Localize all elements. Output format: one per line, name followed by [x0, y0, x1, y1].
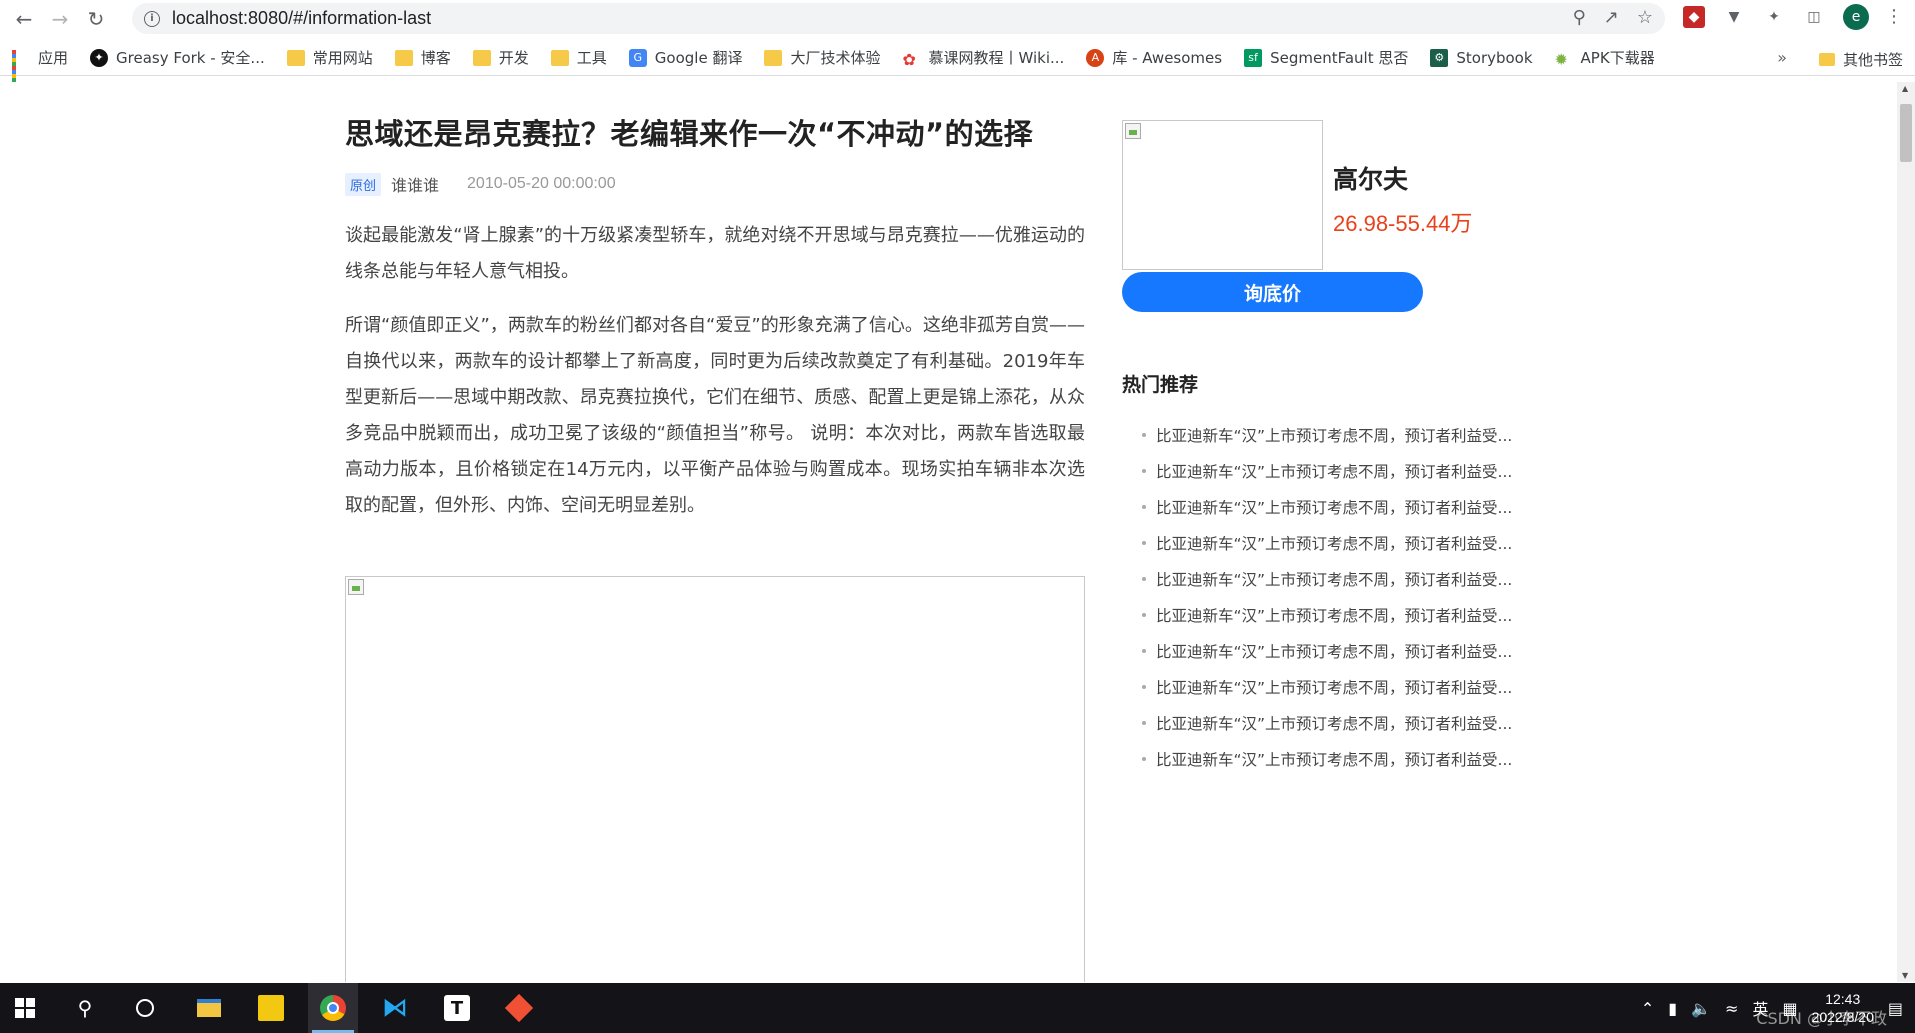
address-bar[interactable]: i localhost:8080/#/information-last ⚲ ↗ …: [132, 3, 1665, 34]
notification-icon[interactable]: ▤: [1888, 999, 1903, 1018]
browser-toolbar: ← → ↻ i localhost:8080/#/information-las…: [0, 0, 1915, 37]
hot-item[interactable]: 比亚迪新车“汉”上市预订考虑不周，预订者利益受...: [1122, 417, 1542, 453]
folder-icon: [394, 49, 413, 66]
back-arrow-icon[interactable]: ←: [6, 1, 42, 37]
hot-item[interactable]: 比亚迪新车“汉”上市预订考虑不周，预订者利益受...: [1122, 705, 1542, 741]
page-scrollbar[interactable]: ▲ ▼: [1897, 82, 1915, 982]
hot-item[interactable]: 比亚迪新车“汉”上市预订考虑不周，预订者利益受...: [1122, 741, 1542, 777]
cortana-icon[interactable]: [120, 983, 170, 1033]
windows-taskbar: ⚲ ⧑ T ⌃ ▮ 🔈 ≈ 英 ▦ 12:43 2022/8/20 ▤ CSDN…: [0, 983, 1915, 1033]
bookmark-folder-blog[interactable]: 博客: [394, 47, 451, 68]
bookmark-google-translate[interactable]: G Google 翻译: [628, 47, 742, 68]
hot-item[interactable]: 比亚迪新车“汉”上市预订考虑不周，预订者利益受...: [1122, 453, 1542, 489]
folder-icon: [550, 49, 569, 66]
broken-image-icon: [348, 579, 364, 595]
folder-icon: [1818, 53, 1835, 66]
side-panel-icon[interactable]: ◫: [1803, 6, 1825, 28]
awesomes-icon: A: [1086, 48, 1105, 67]
article-meta: 原创 谁谁谁 2010-05-20 00:00:00: [345, 172, 1085, 196]
hot-item[interactable]: 比亚迪新车“汉”上市预订考虑不周，预订者利益受...: [1122, 669, 1542, 705]
bookmark-greasyfork[interactable]: ✦ Greasy Fork - 安全...: [90, 47, 265, 68]
wifi-icon[interactable]: ≈: [1725, 999, 1738, 1018]
bookmark-segmentfault[interactable]: sf SegmentFault 思否: [1244, 47, 1408, 68]
bookmark-folder-tech[interactable]: 大厂技术体验: [764, 47, 880, 68]
hot-item[interactable]: 比亚迪新车“汉”上市预订考虑不周，预订者利益受...: [1122, 597, 1542, 633]
bookmark-folder-tools[interactable]: 工具: [550, 47, 607, 68]
scrollbar-thumb[interactable]: [1900, 104, 1912, 162]
scroll-down-icon[interactable]: ▼: [1902, 971, 1908, 980]
segmentfault-icon: sf: [1244, 48, 1263, 67]
hot-item[interactable]: 比亚迪新车“汉”上市预订考虑不周，预订者利益受...: [1122, 489, 1542, 525]
folder-icon: [764, 49, 783, 66]
forward-arrow-icon[interactable]: →: [42, 1, 78, 37]
article-paragraph-1: 谈起最能激发“肾上腺素”的十万级紧凑型轿车，就绝对绕不开思域与昂克赛拉——优雅运…: [345, 225, 1085, 282]
hot-recommend-title: 热门推荐: [1122, 374, 1199, 396]
site-info-icon[interactable]: i: [144, 10, 160, 27]
bookmark-storybook[interactable]: ⚙ Storybook: [1430, 48, 1533, 67]
profile-avatar[interactable]: e: [1843, 4, 1869, 30]
battery-icon[interactable]: ▮: [1668, 999, 1677, 1018]
bookmark-folder-dev[interactable]: 开发: [472, 47, 529, 68]
file-explorer-icon[interactable]: [184, 983, 234, 1033]
article-date: 2010-05-20 00:00:00: [467, 175, 616, 192]
bookmark-star-icon[interactable]: ☆: [1637, 7, 1653, 28]
car-image[interactable]: [1122, 120, 1323, 270]
zoom-icon[interactable]: ⚲: [1573, 7, 1586, 28]
article: 思域还是昂克赛拉？老编辑来作一次“不冲动”的选择 原创 谁谁谁 2010-05-…: [345, 114, 1085, 982]
share-icon[interactable]: ↗: [1604, 7, 1619, 28]
article-image: [345, 576, 1085, 982]
bookmark-imooc[interactable]: ✿ 慕课网教程丨Wiki...: [902, 47, 1064, 69]
greasyfork-icon: ✦: [90, 48, 109, 67]
typora-icon[interactable]: T: [432, 983, 482, 1033]
article-title: 思域还是昂克赛拉？老编辑来作一次“不冲动”的选择: [345, 117, 1034, 151]
chrome-taskbar-icon[interactable]: [308, 983, 358, 1033]
address-url[interactable]: localhost:8080/#/information-last: [172, 8, 431, 29]
google-translate-icon: G: [628, 48, 647, 67]
original-badge: 原创: [345, 172, 382, 196]
extensions-puzzle-icon[interactable]: ✦: [1763, 6, 1785, 28]
article-author: 谁谁谁: [391, 176, 440, 195]
bookmarks-overflow-icon[interactable]: »: [1777, 48, 1787, 67]
extension-red-icon[interactable]: ◆: [1683, 6, 1705, 28]
bookmark-apps[interactable]: 应用: [12, 47, 68, 86]
bookmark-folder-common[interactable]: 常用网站: [286, 47, 373, 68]
bookmark-other[interactable]: 其他书签: [1818, 49, 1903, 70]
git-icon[interactable]: [494, 983, 544, 1033]
car-price: 26.98-55.44万: [1333, 211, 1473, 236]
more-menu-icon[interactable]: ⋮: [1885, 6, 1903, 27]
folder-icon: [286, 49, 305, 66]
hot-item[interactable]: 比亚迪新车“汉”上市预订考虑不周，预订者利益受...: [1122, 633, 1542, 669]
hot-item[interactable]: 比亚迪新车“汉”上市预订考虑不周，预订者利益受...: [1122, 561, 1542, 597]
scroll-up-icon[interactable]: ▲: [1902, 84, 1908, 93]
broken-image-icon: [1125, 123, 1141, 139]
search-icon[interactable]: ⚲: [60, 983, 110, 1033]
show-hidden-icons-icon[interactable]: ⌃: [1641, 999, 1654, 1018]
apps-grid-icon: [12, 49, 30, 86]
inquiry-price-button[interactable]: 询底价: [1122, 272, 1423, 312]
vscode-icon[interactable]: ⧑: [370, 983, 420, 1033]
imooc-icon: ✿: [902, 49, 916, 69]
reload-icon[interactable]: ↻: [78, 1, 114, 37]
page-viewport: 思域还是昂克赛拉？老编辑来作一次“不冲动”的选择 原创 谁谁谁 2010-05-…: [0, 82, 1897, 982]
hot-item[interactable]: 比亚迪新车“汉”上市预订考虑不周，预订者利益受...: [1122, 525, 1542, 561]
windows-logo-icon: [15, 998, 35, 1018]
powerbi-icon[interactable]: [246, 983, 296, 1033]
car-name[interactable]: 高尔夫: [1333, 160, 1472, 196]
folder-icon: [472, 49, 491, 66]
bookmarks-bar: 应用 ✦ Greasy Fork - 安全... 常用网站 博客 开发 工具 G…: [0, 40, 1915, 86]
article-paragraph-2: 所谓“颜值即正义”，两款车的粉丝们都对各自“爱豆”的形象充满了信心。这绝非孤芳自…: [345, 315, 1085, 516]
start-button[interactable]: [0, 983, 50, 1033]
sidebar: 高尔夫 26.98-55.44万 询底价 热门推荐 比亚迪新车“汉”上市预订考虑…: [1122, 120, 1542, 777]
storybook-icon: ⚙: [1430, 48, 1449, 67]
hot-recommend-list: 比亚迪新车“汉”上市预订考虑不周，预订者利益受... 比亚迪新车“汉”上市预订考…: [1122, 417, 1542, 777]
vue-devtools-icon[interactable]: ▼: [1723, 6, 1745, 28]
bookmark-awesomes[interactable]: A 库 - Awesomes: [1086, 47, 1222, 68]
csdn-watermark: CSDN @小李不政: [1756, 1009, 1887, 1028]
bookmark-apk[interactable]: ✹ APK下载器: [1554, 47, 1655, 69]
android-icon: ✹: [1554, 49, 1568, 69]
car-card: 高尔夫 26.98-55.44万: [1122, 120, 1542, 270]
volume-icon[interactable]: 🔈: [1691, 999, 1711, 1018]
